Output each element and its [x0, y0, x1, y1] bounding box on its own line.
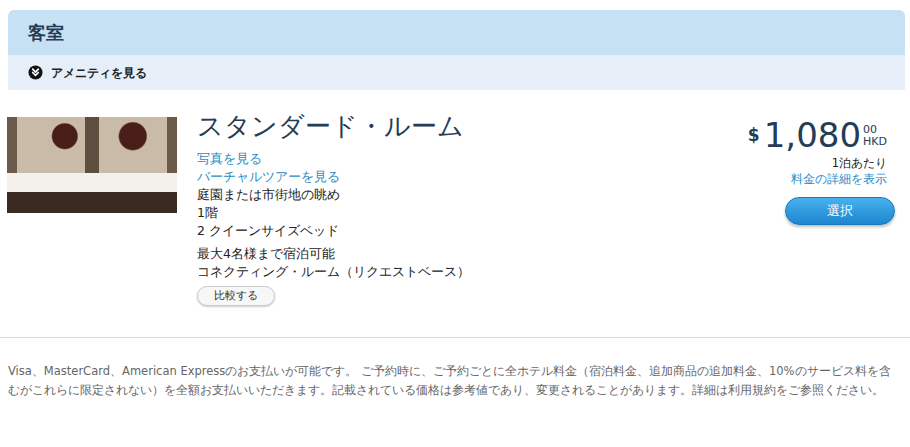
room-link[interactable]: 写真を見る	[197, 150, 715, 168]
amenities-label[interactable]: アメニティを見る	[51, 64, 147, 82]
price-cents: 00	[863, 124, 887, 136]
price-currency: HKD	[863, 136, 887, 148]
price-suffix: 00HKD	[863, 124, 887, 148]
price-per-night: 1泊あたり	[735, 155, 887, 171]
room-note: 最大4名様まで宿泊可能	[197, 245, 715, 263]
spacer	[197, 240, 715, 245]
price-panel: $1,08000HKD1泊あたり料金の詳細を表示選択	[735, 117, 905, 225]
room-feature: 2 クイーンサイズベッド	[197, 222, 715, 240]
compare-button[interactable]: 比較する	[197, 286, 275, 306]
room-note: コネクティング・ルーム（リクエストベース）	[197, 263, 715, 281]
amenities-toggle[interactable]: アメニティを見る	[8, 55, 905, 90]
payment-note: Visa、MasterCard、American Expressのお支払いが可能…	[8, 338, 905, 400]
room-row: スタンダード・ルーム写真を見るバーチャルツアーを見る庭園または市街地の眺め1階2…	[8, 117, 905, 306]
room-feature: 1階	[197, 204, 715, 222]
room-link[interactable]: バーチャルツアーを見る	[197, 168, 715, 186]
select-button[interactable]: 選択	[785, 197, 895, 225]
divider	[0, 337, 910, 338]
room-title: スタンダード・ルーム	[197, 111, 715, 142]
section-header: 客室	[8, 10, 905, 55]
price: $1,08000HKD	[735, 115, 887, 155]
currency-symbol: $	[748, 123, 760, 149]
price-amount: 1,080	[764, 115, 861, 155]
room-details: スタンダード・ルーム写真を見るバーチャルツアーを見る庭園または市街地の眺め1階2…	[197, 117, 715, 306]
room-feature: 庭園または市街地の眺め	[197, 186, 715, 204]
room-photo[interactable]	[7, 117, 177, 213]
section-title: 客室	[28, 22, 64, 44]
chevron-icon[interactable]	[28, 65, 43, 80]
price-details-link[interactable]: 料金の詳細を表示	[735, 171, 887, 187]
